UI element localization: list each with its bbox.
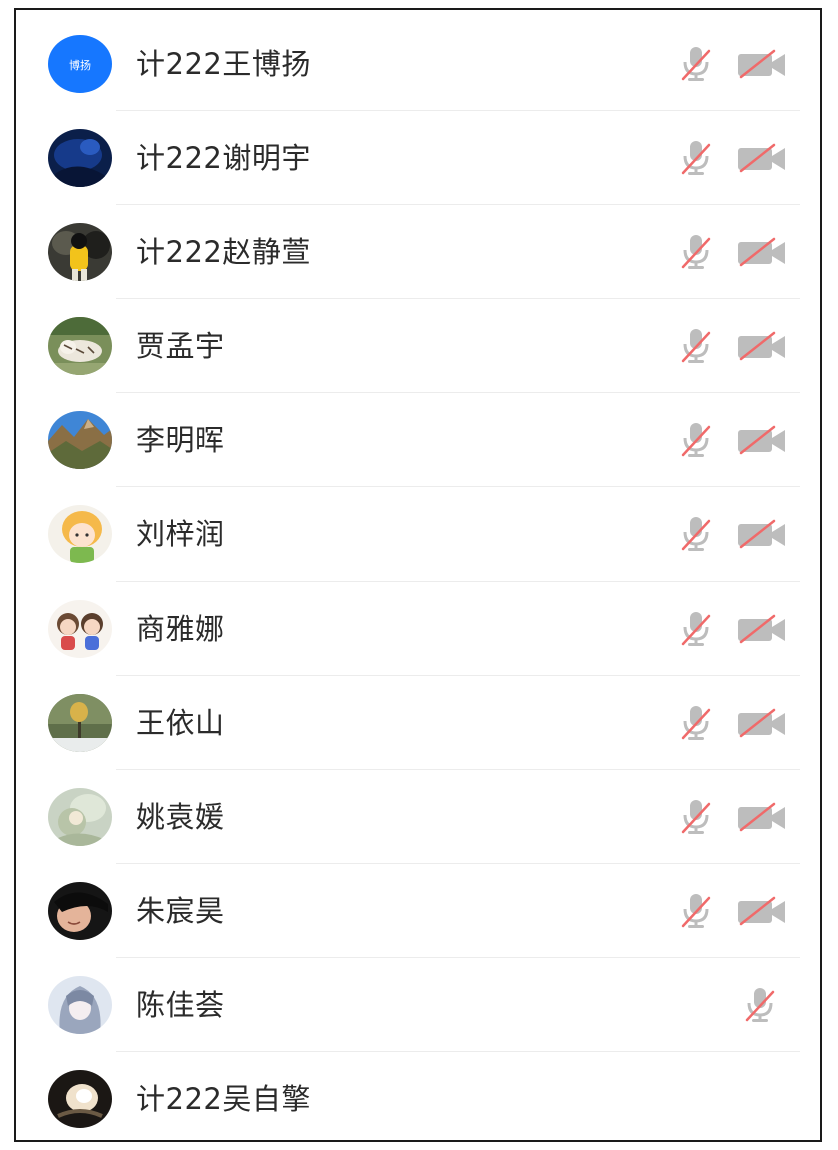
- camera-off-icon[interactable]: [736, 425, 788, 455]
- participant-row[interactable]: 陈佳荟: [16, 958, 820, 1053]
- microphone-muted-icon[interactable]: [678, 327, 714, 365]
- avatar: 博扬: [48, 35, 112, 93]
- participant-name: 商雅娜: [136, 611, 225, 646]
- microphone-muted-icon[interactable]: [678, 139, 714, 177]
- avatar-initials: 博扬: [69, 58, 91, 72]
- avatar: [48, 599, 112, 658]
- avatar: [48, 787, 112, 846]
- participant-row[interactable]: 李明晖: [16, 393, 820, 488]
- participant-list: 博扬 计222王博扬 计222谢明宇 计222赵静萱 贾孟宇 李明晖 刘梓润 商…: [16, 17, 820, 1146]
- avatar: [48, 505, 112, 564]
- camera-off-icon[interactable]: [736, 331, 788, 361]
- camera-off-icon[interactable]: [736, 614, 788, 644]
- camera-off-icon[interactable]: [736, 143, 788, 173]
- participant-name: 贾孟宇: [136, 329, 225, 364]
- camera-off-icon[interactable]: [736, 802, 788, 832]
- avatar: [48, 317, 112, 376]
- participant-name: 计222王博扬: [136, 47, 311, 81]
- avatar: [48, 881, 112, 940]
- participant-row[interactable]: 计222吴自擎: [16, 1052, 820, 1146]
- avatar: [48, 223, 112, 282]
- microphone-muted-icon[interactable]: [678, 610, 714, 648]
- participant-row[interactable]: 姚袁媛: [16, 770, 820, 864]
- participant-name: 姚袁媛: [136, 799, 225, 834]
- camera-off-icon[interactable]: [736, 49, 788, 79]
- avatar: [48, 411, 112, 470]
- microphone-muted-icon[interactable]: [678, 515, 714, 553]
- microphone-muted-icon[interactable]: [678, 798, 714, 836]
- microphone-muted-icon[interactable]: [678, 233, 714, 271]
- camera-off-icon[interactable]: [736, 896, 788, 926]
- camera-off-icon[interactable]: [736, 519, 788, 549]
- participant-name: 王依山: [136, 705, 225, 740]
- avatar: [48, 975, 112, 1034]
- avatar: [48, 129, 112, 188]
- participant-row[interactable]: 商雅娜: [16, 582, 820, 676]
- participant-name: 李明晖: [136, 423, 225, 458]
- participant-list-panel: 博扬 计222王博扬 计222谢明宇 计222赵静萱 贾孟宇 李明晖 刘梓润 商…: [14, 8, 822, 1142]
- participant-row[interactable]: 刘梓润: [16, 487, 820, 582]
- microphone-muted-icon[interactable]: [742, 986, 778, 1024]
- avatar: [48, 1070, 112, 1129]
- microphone-muted-icon[interactable]: [678, 892, 714, 930]
- camera-off-icon[interactable]: [736, 237, 788, 267]
- participant-name: 计222谢明宇: [136, 141, 311, 176]
- microphone-muted-icon[interactable]: [678, 45, 714, 83]
- participant-name: 朱宸昊: [136, 893, 225, 928]
- camera-off-icon[interactable]: [736, 708, 788, 738]
- participant-name: 计222赵静萱: [136, 235, 311, 270]
- microphone-muted-icon[interactable]: [678, 704, 714, 742]
- participant-name: 刘梓润: [136, 517, 225, 552]
- participant-name: 计222吴自擎: [136, 1082, 311, 1117]
- participant-name: 陈佳荟: [136, 987, 225, 1022]
- avatar: [48, 693, 112, 752]
- participant-row[interactable]: 贾孟宇: [16, 299, 820, 394]
- participant-row[interactable]: 计222赵静萱: [16, 205, 820, 300]
- participant-row[interactable]: 朱宸昊: [16, 864, 820, 959]
- participant-row[interactable]: 计222谢明宇: [16, 111, 820, 206]
- participant-row[interactable]: 王依山: [16, 676, 820, 770]
- participant-row[interactable]: 博扬 计222王博扬: [16, 17, 820, 112]
- microphone-muted-icon[interactable]: [678, 421, 714, 459]
